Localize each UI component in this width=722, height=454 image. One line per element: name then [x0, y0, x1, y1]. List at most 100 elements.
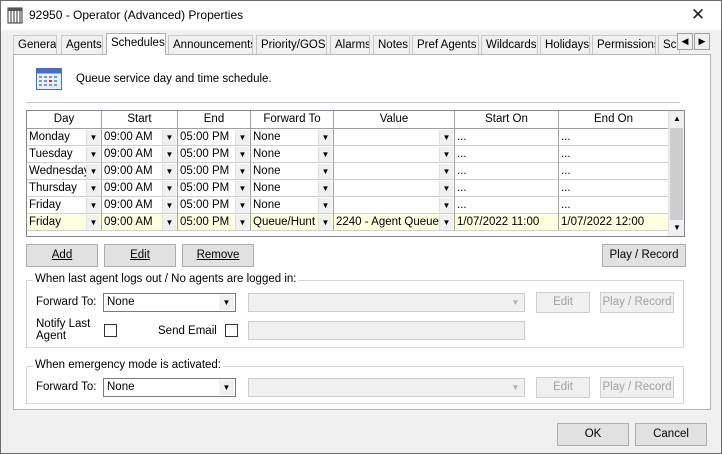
tab-alarms[interactable]: Alarms [330, 35, 370, 55]
close-button[interactable]: ✕ [683, 4, 713, 26]
schedule-row-selected[interactable]: Friday ▼ 09:00 AM ▼ 05:00 PM ▼ Queue/Hunt ▼ … [27, 214, 669, 231]
send-email-checkbox[interactable] [225, 324, 238, 337]
col-header-value[interactable]: Value [334, 111, 455, 129]
col-header-start[interactable]: Start [102, 111, 178, 129]
dropdown-arrow-icon[interactable]: ▼ [235, 198, 249, 213]
tab-general[interactable]: General [13, 35, 57, 55]
col-header-end-on[interactable]: End On [559, 111, 669, 129]
forward-cell[interactable]: None ▼ [251, 146, 334, 163]
scroll-up-icon[interactable]: ▲ [669, 111, 684, 127]
dropdown-arrow-icon[interactable]: ▼ [86, 164, 100, 179]
dropdown-arrow-icon[interactable]: ▼ [162, 198, 176, 213]
tab-announcements[interactable]: Announcements [168, 35, 253, 55]
forward-cell[interactable]: Queue/Hunt ▼ [251, 214, 334, 231]
start-on-cell[interactable]: ... [455, 146, 559, 163]
day-cell[interactable]: Wednesday ▼ [27, 163, 102, 180]
notify-last-agent-checkbox[interactable] [104, 324, 117, 337]
emergency-forward-to-select[interactable]: None ▼ [103, 378, 236, 397]
end-cell[interactable]: 05:00 PM ▼ [178, 146, 251, 163]
dropdown-arrow-icon[interactable]: ▼ [162, 181, 176, 196]
dropdown-arrow-icon[interactable]: ▼ [439, 130, 453, 145]
dropdown-arrow-icon[interactable]: ▼ [162, 147, 176, 162]
tab-schedules[interactable]: Schedules [106, 33, 166, 55]
start-cell[interactable]: 09:00 AM ▼ [102, 163, 178, 180]
dropdown-arrow-icon[interactable]: ▼ [86, 130, 100, 145]
start-cell[interactable]: 09:00 AM ▼ [102, 197, 178, 214]
edit-button[interactable]: Edit [104, 244, 176, 267]
start-on-cell[interactable]: 1/07/2022 11:00 [455, 214, 559, 231]
emergency-edit-button[interactable]: Edit [536, 377, 590, 398]
start-on-cell[interactable]: ... [455, 197, 559, 214]
dropdown-arrow-icon[interactable]: ▼ [162, 215, 176, 230]
end-on-cell[interactable]: ... [559, 129, 669, 146]
start-cell[interactable]: 09:00 AM ▼ [102, 180, 178, 197]
dropdown-arrow-icon[interactable]: ▼ [235, 147, 249, 162]
dropdown-arrow-icon[interactable]: ▼ [162, 130, 176, 145]
col-header-day[interactable]: Day [27, 111, 102, 129]
dropdown-arrow-icon[interactable]: ▼ [318, 130, 332, 145]
dropdown-arrow-icon[interactable]: ▼ [318, 164, 332, 179]
day-cell[interactable]: Tuesday ▼ [27, 146, 102, 163]
start-cell[interactable]: 09:00 AM ▼ [102, 146, 178, 163]
value-cell[interactable]: ▼ [334, 180, 455, 197]
end-on-cell[interactable]: ... [559, 146, 669, 163]
dropdown-arrow-icon[interactable]: ▼ [86, 215, 100, 230]
schedule-row[interactable]: Monday ▼ 09:00 AM ▼ 05:00 PM ▼ None ▼ ▼ ... … [27, 129, 669, 146]
start-on-cell[interactable]: ... [455, 163, 559, 180]
forward-to-select[interactable]: None ▼ [103, 293, 236, 312]
remove-button[interactable]: Remove [182, 244, 254, 267]
end-cell[interactable]: 05:00 PM ▼ [178, 214, 251, 231]
dropdown-arrow-icon[interactable]: ▼ [86, 198, 100, 213]
end-on-cell[interactable]: 1/07/2022 12:00 [559, 214, 669, 231]
dropdown-arrow-icon[interactable]: ▼ [439, 215, 453, 230]
scroll-down-icon[interactable]: ▼ [669, 220, 684, 236]
dropdown-arrow-icon[interactable]: ▼ [235, 181, 249, 196]
forward-cell[interactable]: None ▼ [251, 180, 334, 197]
scrollbar-thumb[interactable] [670, 128, 683, 220]
value-cell[interactable]: ▼ [334, 129, 455, 146]
dropdown-arrow-icon[interactable]: ▼ [235, 130, 249, 145]
dropdown-arrow-icon[interactable]: ▼ [86, 181, 100, 196]
cancel-button[interactable]: Cancel [635, 423, 707, 446]
dropdown-arrow-icon[interactable]: ▼ [235, 215, 249, 230]
last-agent-play-record-button[interactable]: Play / Record [600, 292, 674, 313]
tab-holidays[interactable]: Holidays [540, 35, 590, 55]
end-on-cell[interactable]: ... [559, 180, 669, 197]
tab-wildcards[interactable]: Wildcards [481, 35, 538, 55]
end-on-cell[interactable]: ... [559, 197, 669, 214]
day-cell[interactable]: Friday ▼ [27, 197, 102, 214]
ok-button[interactable]: OK [557, 423, 629, 446]
start-cell[interactable]: 09:00 AM ▼ [102, 214, 178, 231]
forward-cell[interactable]: None ▼ [251, 129, 334, 146]
tab-pref-agents[interactable]: Pref Agents [412, 35, 479, 55]
end-cell[interactable]: 05:00 PM ▼ [178, 197, 251, 214]
value-cell[interactable]: ▼ [334, 163, 455, 180]
dropdown-arrow-icon[interactable]: ▼ [439, 164, 453, 179]
dropdown-arrow-icon[interactable]: ▼ [162, 164, 176, 179]
end-cell[interactable]: 05:00 PM ▼ [178, 180, 251, 197]
play-record-button[interactable]: Play / Record [602, 244, 686, 267]
day-cell[interactable]: Thursday ▼ [27, 180, 102, 197]
forward-value-select[interactable]: ▼ [248, 293, 525, 312]
schedule-row[interactable]: Wednesday ▼ 09:00 AM ▼ 05:00 PM ▼ None ▼ ▼ .… [27, 163, 669, 180]
email-field[interactable] [248, 321, 525, 340]
dropdown-arrow-icon[interactable]: ▼ [86, 147, 100, 162]
emergency-value-select[interactable]: ▼ [248, 378, 525, 397]
start-on-cell[interactable]: ... [455, 129, 559, 146]
forward-cell[interactable]: None ▼ [251, 163, 334, 180]
col-header-forward-to[interactable]: Forward To [251, 111, 334, 129]
value-cell[interactable]: ▼ [334, 146, 455, 163]
tab-scroll-right-button[interactable]: ▶ [694, 33, 710, 50]
end-cell[interactable]: 05:00 PM ▼ [178, 163, 251, 180]
end-on-cell[interactable]: ... [559, 163, 669, 180]
dropdown-arrow-icon[interactable]: ▼ [439, 181, 453, 196]
grid-scrollbar[interactable]: ▲ ▼ [668, 111, 684, 236]
dropdown-arrow-icon[interactable]: ▼ [318, 181, 332, 196]
schedule-row[interactable]: Tuesday ▼ 09:00 AM ▼ 05:00 PM ▼ None ▼ ▼ ...… [27, 146, 669, 163]
forward-cell[interactable]: None ▼ [251, 197, 334, 214]
value-cell[interactable]: 2240 - Agent Queue ▼ [334, 214, 455, 231]
tab-agents[interactable]: Agents [61, 35, 103, 55]
dropdown-arrow-icon[interactable]: ▼ [318, 198, 332, 213]
schedule-row[interactable]: Thursday ▼ 09:00 AM ▼ 05:00 PM ▼ None ▼ ▼ ..… [27, 180, 669, 197]
tab-priority-gos[interactable]: Priority/GOS [256, 35, 327, 55]
